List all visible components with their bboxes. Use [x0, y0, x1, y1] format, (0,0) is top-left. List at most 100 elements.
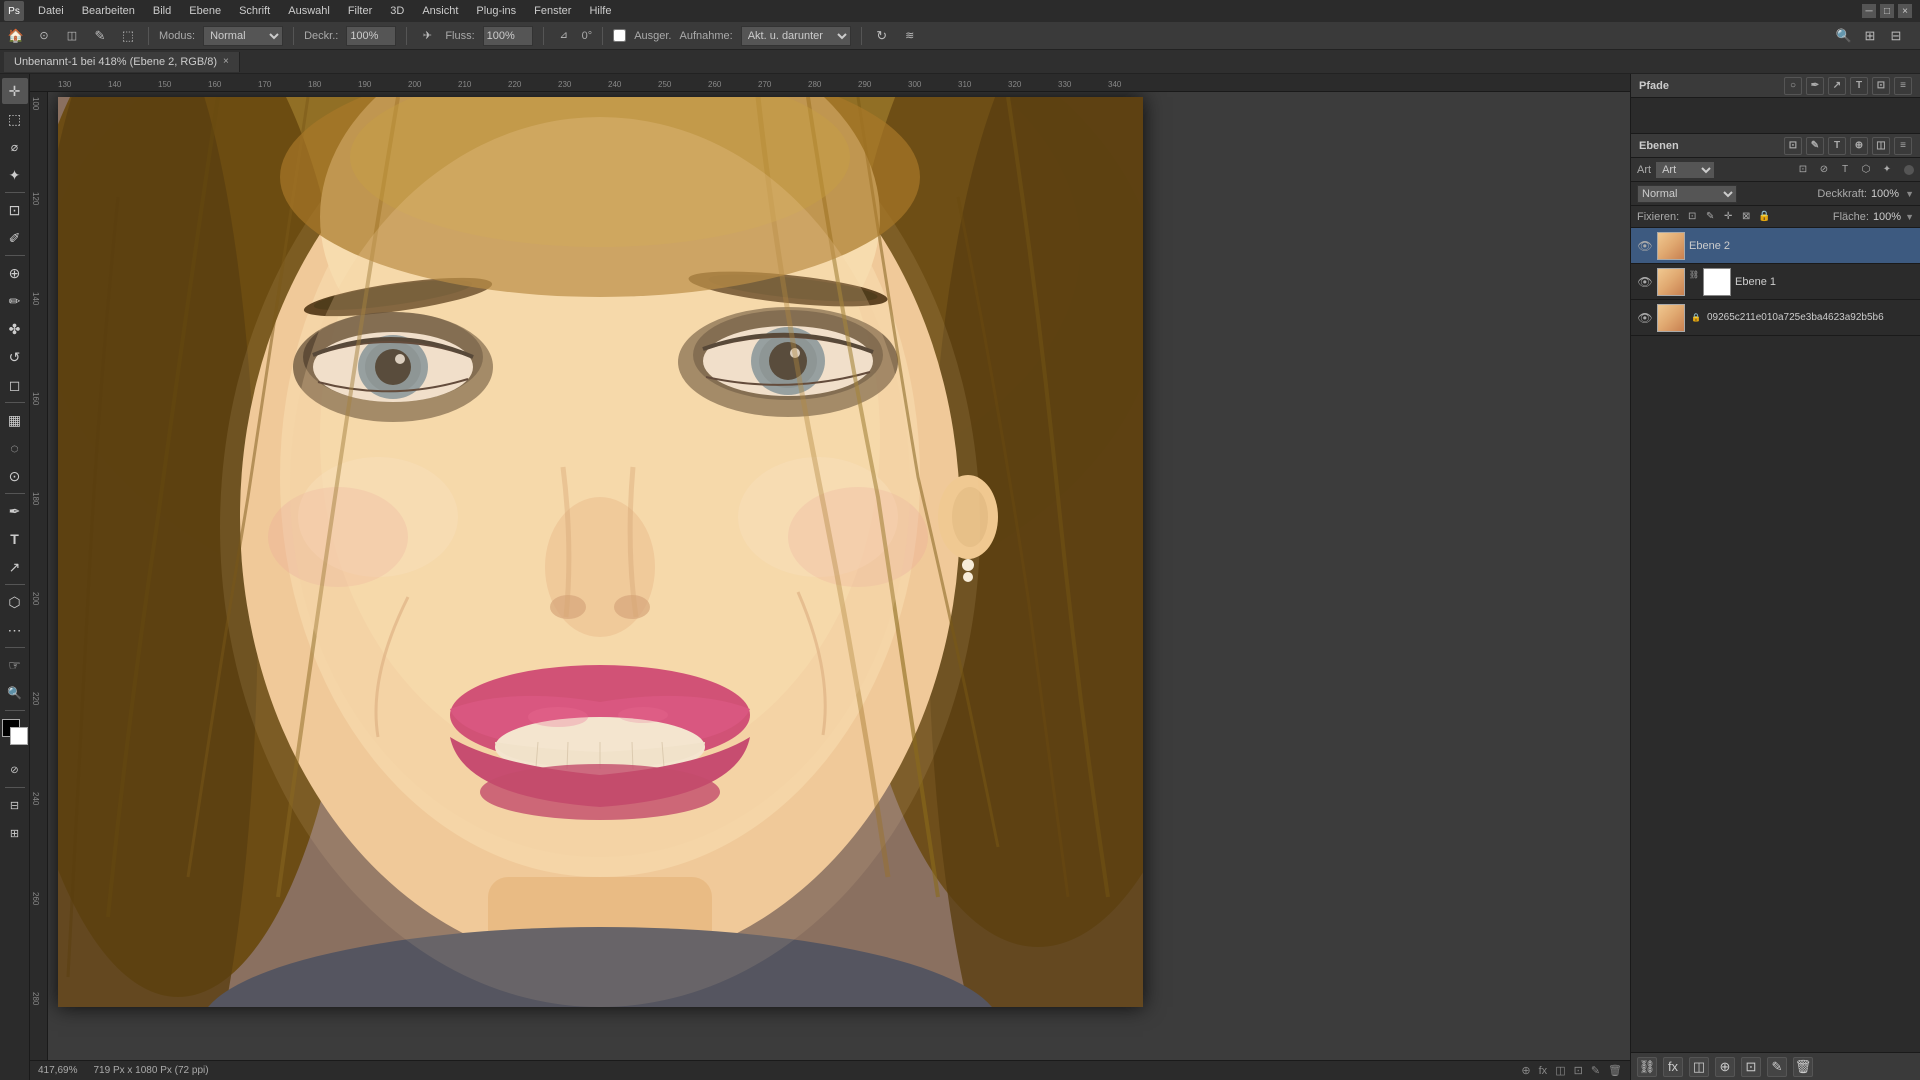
rotate-icon[interactable]: ↻ [872, 26, 892, 46]
brush-settings-icon[interactable]: ◫ [62, 26, 82, 46]
filter-icon-pixel[interactable]: ⊡ [1794, 161, 1812, 179]
layer-visibility-ebene1[interactable]: 👁 [1637, 274, 1653, 290]
tab-close-button[interactable]: × [223, 56, 229, 67]
filter-icon-text[interactable]: T [1836, 161, 1854, 179]
add-link-button[interactable]: ⛓ [1637, 1057, 1657, 1077]
move-tool[interactable]: ✛ [2, 78, 28, 104]
menu-schrift[interactable]: Schrift [231, 3, 278, 19]
menu-plugins[interactable]: Plug-ins [468, 3, 524, 19]
filter-icon-adjust[interactable]: ⊘ [1815, 161, 1833, 179]
filter-icon-smart[interactable]: ✦ [1878, 161, 1896, 179]
window-maximize[interactable]: □ [1880, 4, 1894, 18]
layers-icon-2[interactable]: ✎ [1806, 137, 1824, 155]
add-style-button[interactable]: fx [1663, 1057, 1683, 1077]
workspace-icon[interactable]: ⊞ [1860, 26, 1880, 46]
add-group-button[interactable]: ⊡ [1741, 1057, 1761, 1077]
spot-heal-tool[interactable]: ⊕ [2, 260, 28, 286]
tool-preset-icon[interactable]: 🏠 [6, 26, 26, 46]
type-tool[interactable]: T [2, 526, 28, 552]
filter-type-select[interactable]: Art [1655, 161, 1715, 179]
filter-toggle[interactable] [1904, 165, 1914, 175]
canvas-scroll-area[interactable] [48, 92, 1630, 1060]
crop-tool[interactable]: ⊡ [2, 197, 28, 223]
sample-select[interactable]: Akt. u. darunter [741, 26, 851, 46]
menu-hilfe[interactable]: Hilfe [581, 3, 619, 19]
delete-layer-button[interactable]: 🗑 [1793, 1057, 1813, 1077]
window-minimize[interactable]: ─ [1862, 4, 1876, 18]
eraser-tool[interactable]: ◻ [2, 372, 28, 398]
deckraft-input[interactable] [346, 26, 396, 46]
layers-icon-6[interactable]: ≡ [1894, 137, 1912, 155]
menu-ansicht[interactable]: Ansicht [414, 3, 466, 19]
paths-icon-mask[interactable]: ⊡ [1872, 77, 1890, 95]
layers-icon-4[interactable]: ⊕ [1850, 137, 1868, 155]
screen-mode[interactable]: ⊟ [2, 792, 28, 818]
blur-tool[interactable]: ◌ [2, 435, 28, 461]
lock-position[interactable]: ✛ [1721, 210, 1735, 224]
status-icon-4[interactable]: ⊡ [1574, 1064, 1583, 1077]
layers-icon-3[interactable]: T [1828, 137, 1846, 155]
layer-visibility-ebene2[interactable]: 👁 [1637, 238, 1653, 254]
status-icon-2[interactable]: fx [1539, 1065, 1548, 1077]
menu-filter[interactable]: Filter [340, 3, 380, 19]
status-icon-5[interactable]: ✎ [1591, 1064, 1600, 1077]
add-mask-button[interactable]: ◫ [1689, 1057, 1709, 1077]
airbrush-icon[interactable]: ✈ [417, 26, 437, 46]
selection-tool[interactable]: ⬚ [2, 106, 28, 132]
ausger-checkbox[interactable] [613, 29, 626, 42]
gradient-tool[interactable]: ▦ [2, 407, 28, 433]
pressure-icon[interactable]: ≋ [900, 26, 920, 46]
status-icon-1[interactable]: ⊕ [1521, 1064, 1530, 1077]
color-swatches[interactable] [2, 719, 28, 745]
clone-tool[interactable]: ✤ [2, 316, 28, 342]
search-icon[interactable]: 🔍 [1834, 26, 1854, 46]
lock-artboard[interactable]: ⊠ [1739, 210, 1753, 224]
lock-pixels[interactable]: ⊡ [1685, 210, 1699, 224]
blend-mode-select[interactable]: Normal [1637, 185, 1737, 203]
opacity-arrow[interactable]: ▼ [1905, 189, 1914, 199]
menu-bearbeiten[interactable]: Bearbeiten [74, 3, 143, 19]
extra-tools[interactable]: ⋯ [2, 617, 28, 643]
layer-item-ebene2[interactable]: 👁 Ebene 2 [1631, 228, 1920, 264]
quick-mask-mode[interactable]: ⊘ [2, 757, 28, 783]
status-icon-3[interactable]: ◫ [1555, 1064, 1565, 1077]
brush-tool[interactable]: ✏ [2, 288, 28, 314]
eyedropper-tool[interactable]: ✐ [2, 225, 28, 251]
menu-ebene[interactable]: Ebene [181, 3, 229, 19]
layers-icon-5[interactable]: ◫ [1872, 137, 1890, 155]
layer-item-background[interactable]: 👁 🔒 09265c211e010a725e3ba4623a92b5b6 [1631, 300, 1920, 336]
paths-icon-pen[interactable]: ✒ [1806, 77, 1824, 95]
brush-preset-picker[interactable]: ⊙ [34, 26, 54, 46]
shape-tool[interactable]: ⬡ [2, 589, 28, 615]
paths-icon-select[interactable]: ↗ [1828, 77, 1846, 95]
layer-item-ebene1[interactable]: 👁 ⛓ Ebene 1 [1631, 264, 1920, 300]
background-color[interactable] [10, 727, 28, 745]
path-select-tool[interactable]: ↗ [2, 554, 28, 580]
menu-3d[interactable]: 3D [382, 3, 412, 19]
filter-icon-shape[interactable]: ⬡ [1857, 161, 1875, 179]
lock-all[interactable]: 🔒 [1757, 210, 1771, 224]
paths-icon-menu[interactable]: ≡ [1894, 77, 1912, 95]
hand-tool[interactable]: ☞ [2, 652, 28, 678]
angle-icon[interactable]: ⊿ [554, 26, 574, 46]
screen-mode-2[interactable]: ⊞ [2, 820, 28, 846]
add-layer-button[interactable]: ✎ [1767, 1057, 1787, 1077]
modus-select[interactable]: Normal [203, 26, 283, 46]
toggle-brush-panel[interactable]: ✎ [90, 26, 110, 46]
menu-auswahl[interactable]: Auswahl [280, 3, 338, 19]
status-icon-6[interactable]: 🗑 [1608, 1064, 1622, 1077]
layer-visibility-bg[interactable]: 👁 [1637, 310, 1653, 326]
layers-icon-1[interactable]: ⊡ [1784, 137, 1802, 155]
dodge-tool[interactable]: ⊙ [2, 463, 28, 489]
pen-tool[interactable]: ✒ [2, 498, 28, 524]
lock-paint[interactable]: ✎ [1703, 210, 1717, 224]
add-adjustment-button[interactable]: ⊕ [1715, 1057, 1735, 1077]
document-tab[interactable]: Unbenannt-1 bei 418% (Ebene 2, RGB/8) × [4, 52, 240, 72]
menu-datei[interactable]: Datei [30, 3, 72, 19]
menu-fenster[interactable]: Fenster [526, 3, 579, 19]
window-close[interactable]: × [1898, 4, 1912, 18]
zoom-tool[interactable]: 🔍 [2, 680, 28, 706]
arrange-icon[interactable]: ⊟ [1886, 26, 1906, 46]
lasso-tool[interactable]: ⌀ [2, 134, 28, 160]
history-brush[interactable]: ↺ [2, 344, 28, 370]
